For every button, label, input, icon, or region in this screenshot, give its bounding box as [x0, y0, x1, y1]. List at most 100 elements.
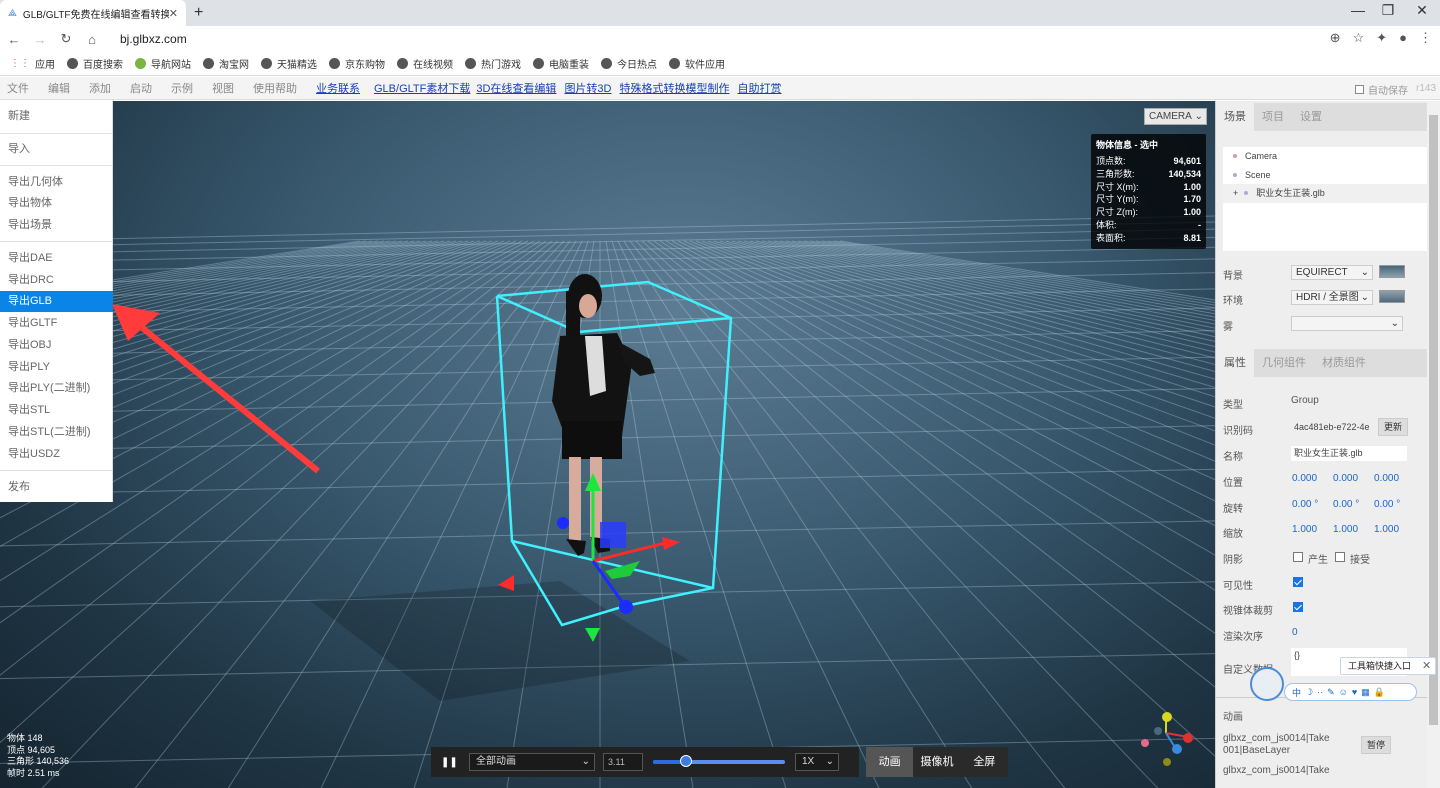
- zoom-icon[interactable]: ⊕: [1330, 30, 1341, 46]
- link-online-view[interactable]: 3D在线查看编辑: [476, 80, 556, 96]
- menu-item-export-geometry[interactable]: 导出几何体: [0, 172, 113, 193]
- menu-item-export-usdz[interactable]: 导出USDZ: [0, 444, 113, 465]
- wrench-icon[interactable]: ✎: [1327, 687, 1335, 698]
- tab-geometry[interactable]: 几何组件: [1254, 349, 1314, 377]
- mode-fullscreen-button[interactable]: 全屏: [961, 747, 1008, 777]
- pause-icon[interactable]: ❚❚: [441, 757, 458, 768]
- position-x[interactable]: 0.000: [1292, 473, 1317, 484]
- background-swatch[interactable]: [1379, 265, 1405, 278]
- name-input[interactable]: 职业女生正装.glb: [1291, 446, 1407, 461]
- menu-item-export-dae[interactable]: 导出DAE: [0, 248, 113, 269]
- profile-icon[interactable]: ●: [1399, 30, 1407, 46]
- animation-pause-button[interactable]: 暂停: [1361, 736, 1392, 754]
- position-y[interactable]: 0.000: [1333, 473, 1358, 484]
- menu-item-new[interactable]: 新建: [0, 106, 113, 127]
- menu-item-export-obj[interactable]: 导出OBJ: [0, 335, 113, 356]
- bookmark-item[interactable]: 电脑重装: [533, 56, 589, 71]
- forward-icon[interactable]: →: [28, 32, 52, 47]
- rotation-z[interactable]: 0.00 °: [1374, 499, 1400, 510]
- expand-icon[interactable]: +: [1233, 184, 1238, 203]
- tab-project[interactable]: 项目: [1254, 103, 1292, 131]
- animation-select[interactable]: 全部动画 ⌄: [469, 753, 595, 771]
- bookmark-item[interactable]: 在线视频: [397, 56, 453, 71]
- speed-select[interactable]: 1X ⌄: [795, 753, 839, 771]
- menu-item-export-ply[interactable]: 导出PLY: [0, 357, 113, 378]
- menu-file[interactable]: 文件: [7, 80, 29, 96]
- tab-material[interactable]: 材质组件: [1314, 349, 1374, 377]
- address-bar[interactable]: bj.glbxz.com: [120, 32, 187, 46]
- new-tab-button[interactable]: +: [194, 4, 203, 22]
- moon-icon[interactable]: ☽: [1305, 687, 1313, 698]
- menu-item-publish[interactable]: 发布: [0, 477, 113, 498]
- tab-scene[interactable]: 场景: [1216, 103, 1254, 131]
- menu-item-export-glb[interactable]: 导出GLB: [0, 291, 113, 312]
- bookmark-item[interactable]: 百度搜索: [67, 56, 123, 71]
- input-lang-icon[interactable]: 中: [1292, 686, 1301, 699]
- browser-menu-icon[interactable]: ⋮: [1419, 30, 1432, 46]
- character-model[interactable]: [552, 274, 655, 556]
- camera-select[interactable]: CAMERA ⌄: [1144, 108, 1207, 125]
- smile-icon[interactable]: ☺: [1339, 687, 1348, 697]
- menu-item-export-stl[interactable]: 导出STL: [0, 400, 113, 421]
- 3d-viewport[interactable]: [0, 101, 1215, 788]
- menu-help[interactable]: 使用帮助: [253, 80, 297, 96]
- time-input[interactable]: 3.11: [603, 753, 643, 771]
- visible-checkbox[interactable]: [1293, 577, 1303, 587]
- shadow-cast-checkbox[interactable]: [1293, 552, 1303, 562]
- rotation-y[interactable]: 0.00 °: [1333, 499, 1359, 510]
- reload-icon[interactable]: ↻: [54, 31, 78, 47]
- frustum-checkbox[interactable]: [1293, 602, 1303, 612]
- menu-add[interactable]: 添加: [89, 80, 111, 96]
- scale-y[interactable]: 1.000: [1333, 524, 1358, 535]
- timeline-slider[interactable]: [653, 755, 785, 767]
- menu-examples[interactable]: 示例: [171, 80, 193, 96]
- link-download[interactable]: GLB/GLTF素材下载: [374, 80, 470, 96]
- position-z[interactable]: 0.000: [1374, 473, 1399, 484]
- browser-tab[interactable]: ⟁ GLB/GLTF免费在线编辑查看转换 ✕: [0, 0, 186, 26]
- shadow-receive-checkbox[interactable]: [1335, 552, 1345, 562]
- tooltip-close-icon[interactable]: ✕: [1422, 659, 1431, 672]
- bookmark-item[interactable]: 今日热点: [601, 56, 657, 71]
- fog-select[interactable]: ⌄: [1291, 316, 1403, 331]
- bookmark-item[interactable]: 软件应用: [669, 56, 725, 71]
- assistant-robot-icon[interactable]: [1250, 667, 1284, 701]
- outliner-item[interactable]: + 职业女生正装.glb: [1223, 184, 1428, 203]
- tab-properties[interactable]: 属性: [1216, 349, 1254, 377]
- menu-edit[interactable]: 编辑: [48, 80, 70, 96]
- tab-close-icon[interactable]: ✕: [169, 7, 178, 20]
- bookmark-item[interactable]: 热门游戏: [465, 56, 521, 71]
- scrollbar-thumb[interactable]: [1429, 115, 1438, 725]
- bookmark-item[interactable]: 淘宝网: [203, 56, 249, 71]
- scene-outliner[interactable]: Camera Scene + 职业女生正装.glb: [1223, 147, 1428, 251]
- link-donate[interactable]: 自助打赏: [738, 80, 782, 96]
- shirt-icon[interactable]: ♥: [1352, 687, 1357, 697]
- dots-icon[interactable]: ··: [1317, 687, 1323, 697]
- menu-item-export-object[interactable]: 导出物体: [0, 193, 113, 214]
- extensions-icon[interactable]: ✦: [1376, 30, 1387, 46]
- sidebar-scrollbar[interactable]: [1427, 101, 1440, 788]
- menu-item-export-gltf[interactable]: 导出GLTF: [0, 313, 113, 334]
- maximize-icon[interactable]: ❐: [1373, 2, 1403, 19]
- mode-camera-button[interactable]: 摄像机: [913, 747, 960, 777]
- environment-swatch[interactable]: [1379, 290, 1405, 303]
- menu-view[interactable]: 视图: [212, 80, 234, 96]
- bookmark-item[interactable]: 京东购物: [329, 56, 385, 71]
- menu-item-export-stl-binary[interactable]: 导出STL(二进制): [0, 422, 113, 443]
- menu-item-export-ply-binary[interactable]: 导出PLY(二进制): [0, 378, 113, 399]
- mode-animation-button[interactable]: 动画: [866, 747, 914, 777]
- back-icon[interactable]: ←: [2, 32, 26, 47]
- renderorder-value[interactable]: 0: [1292, 627, 1298, 638]
- autosave-checkbox[interactable]: [1355, 85, 1364, 94]
- uuid-update-button[interactable]: 更新: [1378, 418, 1409, 436]
- bookmark-item[interactable]: 导航网站: [135, 56, 191, 71]
- grid-icon[interactable]: ▦: [1361, 687, 1370, 698]
- timeline-thumb[interactable]: [680, 755, 692, 767]
- outliner-item[interactable]: Camera: [1223, 147, 1428, 166]
- menu-item-import[interactable]: 导入: [0, 139, 113, 160]
- bookmark-item[interactable]: 天猫精选: [261, 56, 317, 71]
- menu-play[interactable]: 启动: [130, 80, 152, 96]
- menu-item-export-scene[interactable]: 导出场景: [0, 215, 113, 236]
- outliner-item[interactable]: Scene: [1223, 166, 1428, 185]
- environment-select[interactable]: HDRI / 全景图 ⌄: [1291, 290, 1373, 305]
- background-select[interactable]: EQUIRECT ⌄: [1291, 265, 1373, 280]
